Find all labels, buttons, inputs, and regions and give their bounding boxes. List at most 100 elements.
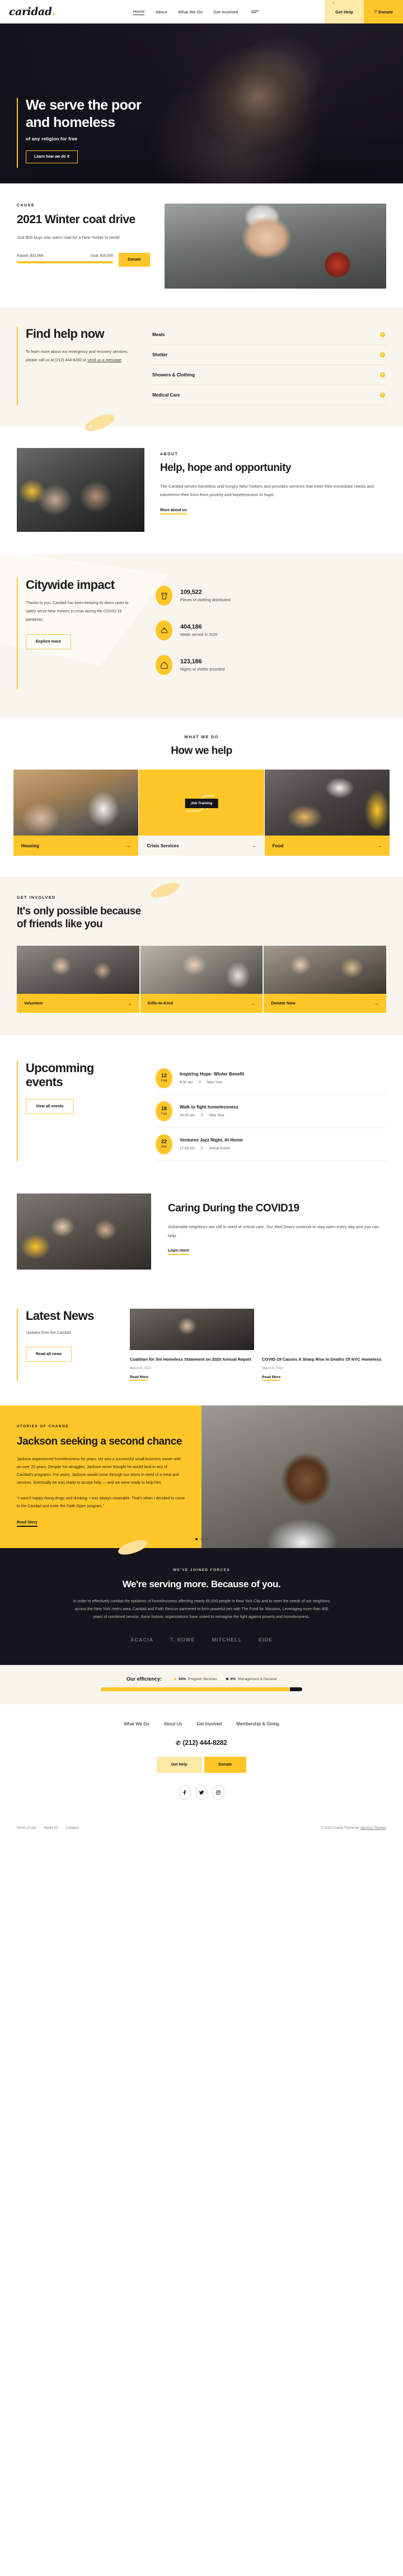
stat-shelter: 123,186 Nights of shelter provided: [156, 655, 386, 675]
covid-title: Caring During the COVID19: [168, 1202, 299, 1214]
partners-eyebrow: WE'VE JOINED FORCES: [172, 1568, 231, 1573]
site-logo: caridad.: [9, 6, 55, 18]
stat-meals: 404,186 Meals served in 2020: [156, 620, 386, 640]
impact-explore-button[interactable]: Explore more: [26, 634, 71, 650]
about-text: ABOUT Help, hope and opportunity The Car…: [160, 448, 386, 532]
about-more-link[interactable]: More about us: [160, 508, 187, 515]
story-read-button[interactable]: Read Story: [17, 1521, 38, 1527]
cause-progress-row: Raised: $32,969 Goal: $20,000 Donate: [17, 253, 150, 267]
help-card-food[interactable]: Food →: [264, 770, 390, 856]
footer-theme-link[interactable]: YamYam Themes: [360, 1827, 386, 1830]
instagram-icon[interactable]: [212, 1785, 224, 1800]
plus-icon: +: [380, 372, 385, 378]
card-footer[interactable]: Housing →: [13, 836, 139, 856]
facebook-icon[interactable]: [179, 1785, 191, 1800]
carousel-dot-2[interactable]: [200, 1538, 203, 1541]
footer-donate-button[interactable]: Donate: [204, 1757, 247, 1773]
header-get-help-button[interactable]: Get Help: [325, 0, 364, 23]
about-title: Help, hope and opportunity: [160, 462, 291, 474]
nav-item-about[interactable]: About: [156, 10, 167, 15]
how-we-help-eyebrow: WHAT WE DO: [184, 735, 219, 739]
impact-title: Citywide impact: [26, 578, 115, 592]
cause-section: CAUSE 2021 Winter coat drive Just $50 bu…: [0, 183, 403, 308]
covid-text: Caring During the COVID19 Vulnerable nei…: [168, 1193, 386, 1256]
find-help-section: Find help now To learn more about our em…: [0, 308, 403, 427]
footer-terms-link[interactable]: Terms of use: [17, 1827, 36, 1830]
header-donate-button[interactable]: ♡ Donate: [364, 0, 403, 23]
read-all-news-button[interactable]: Read all news: [26, 1347, 72, 1362]
event-time: 17:30 pm: [180, 1146, 195, 1150]
covid-learn-more-link[interactable]: Learn more: [168, 1249, 190, 1256]
view-all-events-button[interactable]: View all events: [26, 1099, 74, 1115]
events-section: Upcomming events View all events 12 Feb I…: [0, 1035, 403, 1186]
footer-contacts-link[interactable]: Contacts: [65, 1827, 79, 1830]
stat-value: 109,522: [180, 589, 202, 596]
cause-donate-button[interactable]: Donate: [119, 253, 150, 267]
footer-media-kit-link[interactable]: Media Kit: [44, 1827, 58, 1830]
event-item[interactable]: 18 Feb Walk to fight homelessness 10:00 am…: [156, 1095, 386, 1128]
nav-item-home[interactable]: Home: [133, 9, 145, 15]
news-card-title: Coalition for the Homeless Statement on …: [130, 1356, 251, 1362]
footer-phone[interactable]: ✆ (212) 444-8282: [17, 1739, 386, 1747]
stat-clothing: 109,522 Pieces of clothing distributed: [156, 586, 386, 606]
find-help-item-meals[interactable]: Meals +: [151, 329, 386, 345]
arrow-right-icon: →: [374, 1000, 379, 1006]
card-image: [264, 770, 390, 836]
get-involved-eyebrow: GET INVOLVED: [17, 896, 56, 900]
news-read-more-link[interactable]: Read More: [130, 1375, 149, 1381]
involved-card-donate[interactable]: Donate Now →: [264, 945, 387, 1013]
event-item[interactable]: 22 Mar Ventures Jazz Night, At Home 17:30 …: [156, 1128, 386, 1161]
card-footer[interactable]: Donate Now →: [264, 993, 387, 1013]
footer-bottom: Terms of use Media Kit Contacts © 2022 C…: [17, 1819, 386, 1839]
footer-link-get-involved[interactable]: Get Involved: [196, 1721, 222, 1726]
covid-body: Vulnerable neighbors are still in need o…: [168, 1224, 379, 1238]
send-message-link[interactable]: send us a message: [87, 358, 121, 362]
news-cards: Coalition for the Homeless Statement on …: [130, 1308, 386, 1381]
hamburger-menu-icon[interactable]: [251, 10, 259, 13]
footer-get-help-button[interactable]: Get Help: [156, 1757, 202, 1773]
story-eyebrow: STORIES OF CHANGE: [17, 1424, 69, 1429]
card-footer[interactable]: Food →: [264, 836, 390, 856]
find-help-accent-bar: [17, 327, 18, 405]
hero-cta-button[interactable]: Learn how we do it: [26, 150, 78, 163]
card-footer[interactable]: Volunteer →: [17, 993, 139, 1013]
get-involved-title: It's only possible because of friends lik…: [17, 905, 141, 930]
involved-card-gifts[interactable]: Gifts-In-Kind →: [140, 945, 263, 1013]
card-image: [264, 945, 387, 994]
hero-title: We serve the poor and homeless: [26, 97, 142, 130]
partner-logo: EIDE: [258, 1637, 273, 1643]
impact-body: Thanks to you, Caridad has been keeping …: [26, 601, 129, 622]
event-item[interactable]: 12 Feb Inspiring Hope: Winter Benefit 8:00…: [156, 1062, 386, 1095]
find-help-item-shelter[interactable]: Shelter +: [151, 345, 386, 365]
card-image: [17, 945, 139, 994]
twitter-icon[interactable]: [195, 1785, 208, 1800]
carousel-dot-1[interactable]: [195, 1538, 198, 1541]
progress-fill: [17, 261, 114, 264]
location-pin-icon: ⚲: [200, 1114, 204, 1118]
find-help-item-showers[interactable]: Showers & Clothing +: [151, 365, 386, 385]
cause-eyebrow: CAUSE: [17, 204, 35, 207]
story-carousel-dots[interactable]: [195, 1538, 208, 1541]
find-help-item-medical[interactable]: Medical Care +: [151, 385, 386, 405]
card-footer[interactable]: Gifts-In-Kind →: [140, 993, 263, 1013]
how-we-help-title: How we help: [171, 745, 232, 757]
logo-container[interactable]: caridad.: [0, 0, 67, 23]
news-card[interactable]: Coalition for the Homeless Statement on …: [130, 1308, 254, 1381]
involved-card-volunteer[interactable]: Volunteer →: [17, 945, 139, 1013]
news-card[interactable]: COVID-19 Causes A Sharp Rise In Deaths O…: [262, 1309, 386, 1381]
story-section: STORIES OF CHANGE Jackson seeking a seco…: [0, 1405, 403, 1558]
card-footer[interactable]: Crisis Services →: [139, 836, 264, 856]
footer-link-membership[interactable]: Membership & Giving: [236, 1721, 279, 1726]
nav-item-what-we-do[interactable]: What We Do: [178, 10, 202, 15]
news-read-more-link[interactable]: Read More: [262, 1375, 281, 1381]
logo-dot: .: [51, 6, 56, 18]
event-date-badge: 22 Mar: [156, 1134, 172, 1154]
news-section: Latest News Updates from the Caridad Rea…: [0, 1294, 403, 1406]
carousel-dot-3[interactable]: [205, 1538, 208, 1541]
plus-icon: +: [380, 393, 385, 398]
help-card-crisis[interactable]: Job Training Crisis Services →: [139, 770, 264, 856]
nav-item-get-involved[interactable]: Get Involved: [214, 10, 238, 15]
help-card-housing[interactable]: Housing →: [13, 770, 139, 856]
footer-link-what-we-do[interactable]: What We Do: [124, 1721, 149, 1726]
footer-link-about-us[interactable]: About Us: [163, 1721, 182, 1726]
